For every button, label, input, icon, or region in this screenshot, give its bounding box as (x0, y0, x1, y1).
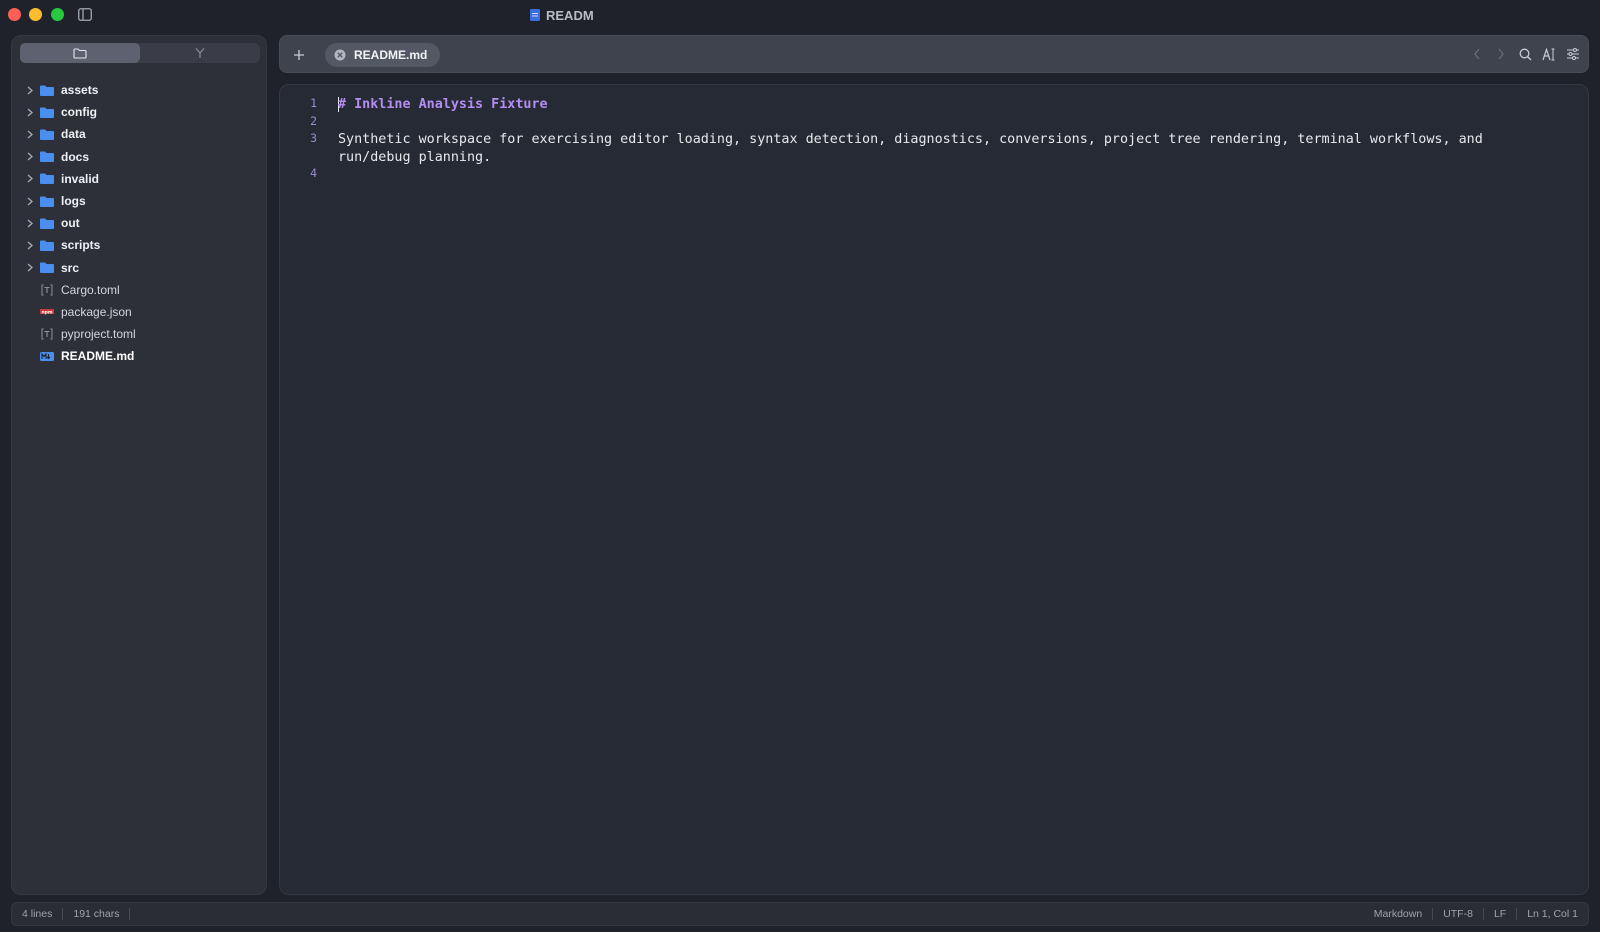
minimize-window-button[interactable] (29, 8, 42, 21)
chevron-right-icon[interactable] (24, 151, 36, 163)
tree-folder-logs[interactable]: logs (12, 190, 266, 212)
code-line-text[interactable]: # Inkline Analysis Fixture (338, 96, 1533, 114)
tab-readme[interactable]: README.md (325, 43, 441, 67)
tree-item-label: pyproject.toml (61, 327, 136, 342)
chevron-right-icon[interactable] (24, 239, 36, 251)
char-count: 191 chars (73, 908, 120, 920)
tree-item-label: config (61, 105, 97, 120)
tree-item-label: logs (61, 194, 86, 209)
code-line-text[interactable]: Synthetic workspace for exercising edito… (338, 131, 1533, 166)
line-number: 3 (310, 131, 317, 145)
status-bar: 4 lines 191 chars Markdown UTF-8 LF Ln 1… (11, 902, 1589, 926)
settings-sliders-icon[interactable] (1566, 47, 1580, 61)
chevron-right-icon[interactable] (24, 217, 36, 229)
tree-item-label: assets (61, 83, 99, 98)
tree-file-cargo-toml[interactable]: Cargo.toml (12, 279, 266, 301)
project-tree: assets config data docs invalid logs out… (12, 79, 266, 367)
encoding[interactable]: UTF-8 (1433, 908, 1483, 920)
editor-toolbar (1470, 47, 1580, 61)
new-tab-button[interactable] (290, 46, 308, 64)
language-mode[interactable]: Markdown (1364, 908, 1432, 920)
tree-folder-config[interactable]: config (12, 101, 266, 123)
tree-file-package-json[interactable]: npm package.json (12, 301, 266, 323)
folder-icon (40, 262, 54, 274)
tab-explorer[interactable] (20, 43, 140, 63)
svg-text:npm: npm (41, 310, 52, 315)
source-control-icon (195, 48, 205, 58)
folder-icon (73, 47, 87, 59)
folder-icon (40, 128, 54, 140)
tree-folder-src[interactable]: src (12, 257, 266, 279)
tree-file-pyproject-toml[interactable]: pyproject.toml (12, 323, 266, 345)
tree-folder-data[interactable]: data (12, 123, 266, 145)
tab-label: README.md (354, 48, 428, 62)
close-window-button[interactable] (8, 8, 21, 21)
tree-item-label: scripts (61, 238, 101, 253)
chevron-right-icon[interactable] (24, 128, 36, 140)
tree-item-label: out (61, 216, 80, 231)
document-icon (530, 9, 540, 21)
file-sidebar: assets config data docs invalid logs out… (11, 35, 267, 895)
tree-folder-out[interactable]: out (12, 212, 266, 234)
back-icon[interactable] (1470, 47, 1484, 61)
toml-file-icon (40, 284, 54, 296)
title-bar: READM (0, 0, 1600, 30)
plus-icon (294, 50, 304, 60)
font-size-icon[interactable] (1542, 47, 1556, 61)
tree-folder-invalid[interactable]: invalid (12, 168, 266, 190)
window-title-text: READM (546, 7, 594, 23)
maximize-window-button[interactable] (51, 8, 64, 21)
line-number: 1 (310, 96, 317, 110)
forward-icon[interactable] (1494, 47, 1508, 61)
sidebar-toggle-icon[interactable] (78, 8, 92, 21)
editor-tab-bar: README.md (279, 35, 1589, 73)
tree-item-label: data (61, 127, 86, 142)
chevron-right-icon[interactable] (24, 173, 36, 185)
line-count: 4 lines (22, 908, 53, 920)
chevron-right-icon[interactable] (24, 84, 36, 96)
close-tab-icon[interactable] (334, 49, 346, 61)
folder-icon (40, 173, 54, 185)
tree-folder-docs[interactable]: docs (12, 146, 266, 168)
tree-item-label: README.md (61, 349, 135, 364)
sidebar-tabs (20, 43, 260, 63)
chevron-right-icon[interactable] (24, 106, 36, 118)
tree-file-readme-md[interactable]: README.md (12, 345, 266, 367)
tab-source-control[interactable] (140, 43, 260, 63)
tree-folder-assets[interactable]: assets (12, 79, 266, 101)
folder-icon (40, 84, 54, 96)
line-ending[interactable]: LF (1484, 908, 1516, 920)
search-icon[interactable] (1518, 47, 1532, 61)
window-title: READM (530, 6, 594, 24)
tree-item-label: invalid (61, 171, 100, 186)
code-editor[interactable]: 1 # Inkline Analysis Fixture 2 3 Synthet… (279, 84, 1589, 895)
tree-item-label: package.json (61, 304, 132, 319)
toml-file-icon (40, 328, 54, 340)
tree-item-label: Cargo.toml (61, 282, 120, 297)
folder-icon (40, 217, 54, 229)
tree-folder-scripts[interactable]: scripts (12, 234, 266, 256)
folder-icon (40, 106, 54, 118)
folder-icon (40, 195, 54, 207)
cursor-position[interactable]: Ln 1, Col 1 (1517, 908, 1580, 920)
line-number: 4 (310, 166, 317, 180)
line-number: 2 (310, 113, 317, 128)
tree-item-label: src (61, 260, 80, 275)
folder-icon (40, 151, 54, 163)
chevron-right-icon[interactable] (24, 262, 36, 274)
folder-icon (40, 239, 54, 251)
divider (129, 908, 131, 920)
npm-icon: npm (40, 306, 54, 318)
chevron-right-icon[interactable] (24, 195, 36, 207)
markdown-icon (40, 350, 54, 362)
tree-item-label: docs (61, 149, 90, 164)
heading-text: # Inkline Analysis Fixture (338, 97, 548, 112)
